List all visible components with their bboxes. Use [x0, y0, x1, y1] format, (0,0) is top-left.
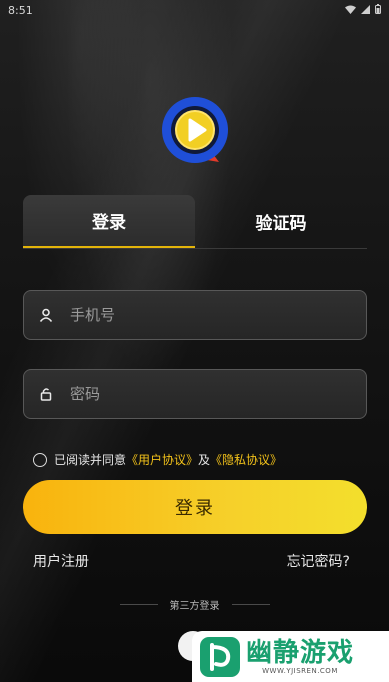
- divider-line-right: [231, 604, 270, 605]
- watermark-url: WWW.YJISREN.COM: [262, 667, 338, 675]
- third-party-label: 第三方登录: [169, 601, 220, 612]
- tab-verification-code[interactable]: 验证码: [195, 195, 367, 248]
- login-tabs: 登录 验证码: [23, 195, 367, 249]
- register-link[interactable]: 用户注册: [33, 551, 89, 571]
- status-icons: [345, 3, 381, 17]
- tab-password-login[interactable]: 登录: [23, 195, 195, 248]
- password-input[interactable]: [68, 370, 366, 418]
- phone-field: [23, 290, 367, 340]
- divider-line-left: [119, 604, 158, 605]
- password-field: [23, 369, 367, 419]
- agreement-checkbox[interactable]: [33, 452, 47, 467]
- forgot-password-link[interactable]: 忘记密码?: [287, 551, 350, 571]
- battery-icon: [375, 3, 381, 17]
- lock-icon: [24, 387, 68, 401]
- wifi-icon: [345, 4, 356, 17]
- watermark-logo-icon: [200, 636, 240, 677]
- third-party-divider: 第三方登录: [0, 597, 389, 612]
- user-agreement-link[interactable]: 《用户协议》: [126, 451, 198, 468]
- status-bar: 8:51: [0, 0, 389, 20]
- agreement-prefix: 已阅读并同意: [54, 453, 127, 467]
- watermark-text: 幽静游戏 WWW.YJISREN.COM: [246, 638, 354, 675]
- agreement-row: 已阅读并同意 《用户协议》 及 《隐私协议》: [33, 451, 282, 468]
- privacy-policy-link[interactable]: 《隐私协议》: [210, 451, 282, 468]
- signal-icon: [361, 4, 370, 17]
- user-icon: [24, 308, 68, 322]
- app-logo: [161, 96, 229, 164]
- phone-input[interactable]: [68, 291, 366, 339]
- watermark-title: 幽静游戏: [246, 638, 355, 668]
- watermark-banner: 幽静游戏 WWW.YJISREN.COM: [192, 631, 389, 682]
- agreement-conjunction: 及: [198, 453, 211, 467]
- login-button[interactable]: 登录: [23, 480, 367, 534]
- status-time: 8:51: [8, 3, 33, 17]
